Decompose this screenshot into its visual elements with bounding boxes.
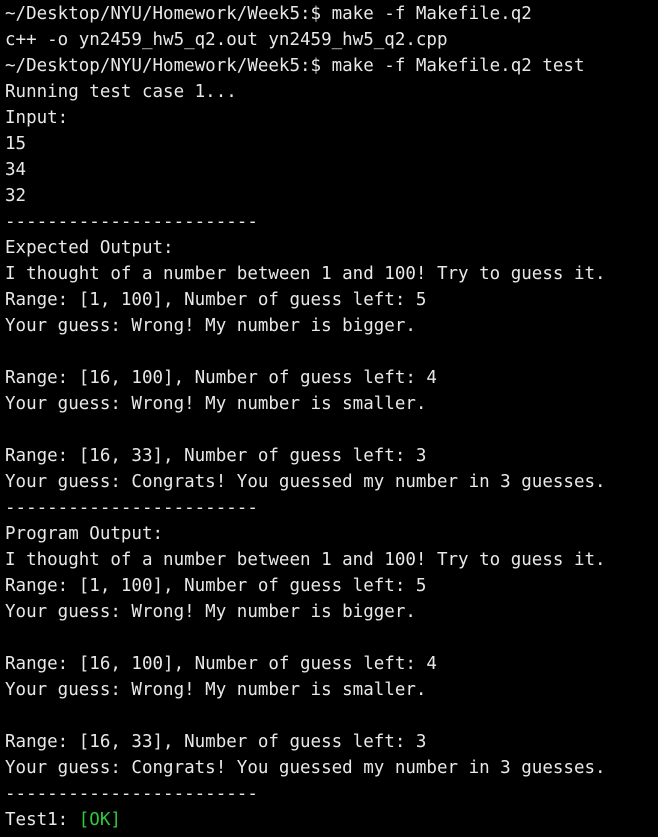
terminal-line: Running test case 1... (5, 82, 237, 102)
terminal-line: Range: [16, 33], Number of guess left: 3 (5, 732, 427, 752)
terminal-line: Range: [16, 100], Number of guess left: … (5, 654, 437, 674)
terminal-line: c++ -o yn2459_hw5_q2.out yn2459_hw5_q2.c… (5, 30, 448, 50)
terminal-line: Your guess: Wrong! My number is smaller. (5, 394, 427, 414)
terminal-line: Your guess: Congrats! You guessed my num… (5, 758, 606, 778)
terminal-line: 34 (5, 160, 27, 180)
test-result-label: Test1: (5, 810, 79, 830)
terminal-line: Range: [16, 33], Number of guess left: 3 (5, 446, 427, 466)
terminal-line: Range: [16, 100], Number of guess left: … (5, 368, 437, 388)
terminal-separator: ------------------------ (5, 498, 258, 518)
terminal-line: I thought of a number between 1 and 100!… (5, 264, 606, 284)
terminal-line: ~/Desktop/NYU/Homework/Week5:$ make -f M… (5, 56, 585, 76)
terminal-line: Program Output: (5, 524, 164, 544)
test-result-line: Test1: [OK] (5, 807, 606, 833)
terminal-line: 32 (5, 186, 27, 206)
terminal-line: Your guess: Wrong! My number is smaller. (5, 680, 427, 700)
terminal-line: 15 (5, 134, 27, 154)
terminal-separator: ------------------------ (5, 212, 258, 232)
terminal-output: ~/Desktop/NYU/Homework/Week5:$ make -f M… (5, 1, 606, 833)
terminal-line: Range: [1, 100], Number of guess left: 5 (5, 290, 427, 310)
terminal-line: Your guess: Wrong! My number is bigger. (5, 602, 416, 622)
terminal-line: Range: [1, 100], Number of guess left: 5 (5, 576, 427, 596)
terminal-line: Input: (5, 108, 69, 128)
terminal-line: Expected Output: (5, 238, 174, 258)
test-status-ok: [OK] (78, 810, 121, 830)
terminal-line: ~/Desktop/NYU/Homework/Week5:$ make -f M… (5, 4, 532, 24)
terminal-line: Your guess: Wrong! My number is bigger. (5, 316, 416, 336)
terminal-line: I thought of a number between 1 and 100!… (5, 550, 606, 570)
terminal-separator: ------------------------ (5, 784, 258, 804)
terminal-window[interactable]: ~/Desktop/NYU/Homework/Week5:$ make -f M… (0, 0, 658, 837)
terminal-line: Your guess: Congrats! You guessed my num… (5, 472, 606, 492)
